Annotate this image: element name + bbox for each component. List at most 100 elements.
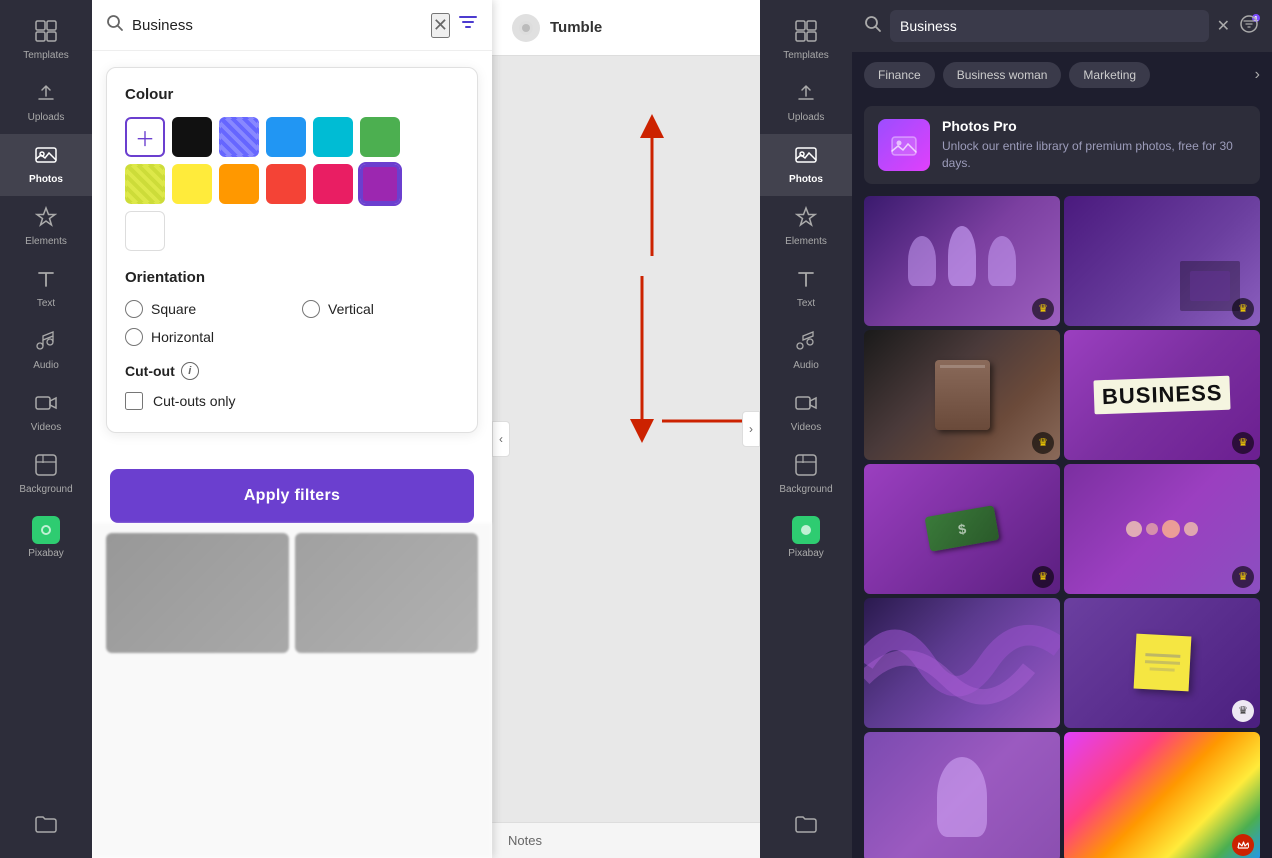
videos-icon — [35, 392, 57, 418]
canvas-toggle-left[interactable]: › — [742, 411, 760, 447]
crown-badge-8: ♛ — [1232, 700, 1254, 722]
right-clear-button[interactable]: ✕ — [1217, 16, 1230, 36]
right-filter-button[interactable]: 1 — [1238, 13, 1260, 40]
tag-marketing[interactable]: Marketing — [1069, 62, 1150, 88]
photo-item-10[interactable] — [1064, 732, 1260, 858]
tag-business-woman[interactable]: Business woman — [943, 62, 1062, 88]
radio-vertical[interactable] — [302, 300, 320, 318]
color-red[interactable] — [266, 164, 306, 204]
right-sidebar-item-videos[interactable]: Videos — [760, 382, 852, 444]
photo-item-7[interactable] — [864, 598, 1060, 728]
photo-item-8[interactable]: ♛ — [1064, 598, 1260, 728]
photo-item-6[interactable]: ♛ — [1064, 464, 1260, 594]
photo-item-3[interactable]: ♛ — [864, 330, 1060, 460]
right-sidebar-item-pixabay[interactable]: Pixabay — [760, 506, 852, 570]
sidebar-item-background[interactable]: Background — [0, 444, 92, 506]
orientation-horizontal[interactable]: Horizontal — [125, 328, 282, 346]
search-input-left[interactable] — [132, 17, 423, 34]
right-search-input[interactable] — [890, 10, 1209, 42]
tag-finance[interactable]: Finance — [864, 62, 935, 88]
add-color-btn[interactable]: ＋ — [125, 117, 165, 157]
photos-pro-text: Photos Pro Unlock our entire library of … — [942, 118, 1246, 172]
crown-badge-2: ♛ — [1232, 298, 1254, 320]
right-sidebar-item-folder[interactable] — [760, 806, 852, 848]
color-orange[interactable] — [219, 164, 259, 204]
photo-item-5[interactable]: $ ♛ — [864, 464, 1060, 594]
tags-more-button[interactable]: › — [1255, 66, 1260, 84]
cutouts-only-label[interactable]: Cut-outs only — [125, 392, 459, 410]
sidebar-item-uploads[interactable]: Uploads — [0, 72, 92, 134]
sidebar-uploads-label: Uploads — [28, 112, 65, 124]
color-yellow[interactable] — [172, 164, 212, 204]
search-bar-left: ✕ — [92, 0, 492, 51]
filter-panel: ✕ Colour ＋ — [92, 0, 492, 858]
color-blue[interactable] — [266, 117, 306, 157]
photo-item-4[interactable]: BUSINESS ♛ — [1064, 330, 1260, 460]
color-green[interactable] — [360, 117, 400, 157]
right-templates-icon — [795, 20, 817, 46]
sidebar-text-label: Text — [37, 298, 55, 310]
right-search-icon — [864, 15, 882, 38]
color-cyan[interactable] — [313, 117, 353, 157]
bottom-images-preview — [92, 523, 492, 858]
photos-pro-banner[interactable]: Photos Pro Unlock our entire library of … — [864, 106, 1260, 184]
square-label: Square — [151, 301, 196, 317]
right-sidebar-item-uploads[interactable]: Uploads — [760, 72, 852, 134]
color-white[interactable] — [125, 211, 165, 251]
orientation-vertical[interactable]: Vertical — [302, 300, 459, 318]
right-sidebar-item-photos[interactable]: Photos — [760, 134, 852, 196]
right-uploads-icon — [795, 82, 817, 108]
sidebar-audio-label: Audio — [33, 360, 59, 372]
sidebar-item-templates[interactable]: Templates — [0, 10, 92, 72]
right-sidebar-item-templates[interactable]: Templates — [760, 10, 852, 72]
cutouts-only-checkbox[interactable] — [125, 392, 143, 410]
uploads-icon — [35, 82, 57, 108]
right-sidebar-uploads-label: Uploads — [788, 112, 825, 124]
bg-thumb-2 — [295, 533, 478, 653]
audio-icon — [35, 330, 57, 356]
color-purple-selected[interactable] — [360, 164, 400, 204]
color-indigo-pattern[interactable] — [219, 117, 259, 157]
sidebar-item-photos[interactable]: Photos — [0, 134, 92, 196]
pixabay-icon — [32, 516, 60, 544]
right-sidebar-item-audio[interactable]: Audio — [760, 320, 852, 382]
crown-badge-4: ♛ — [1232, 432, 1254, 454]
sidebar-item-folder[interactable] — [0, 806, 92, 848]
cutout-info-icon[interactable]: i — [181, 362, 199, 380]
photos-pro-description: Unlock our entire library of premium pho… — [942, 138, 1246, 172]
orientation-square[interactable]: Square — [125, 300, 282, 318]
photo-item-9[interactable] — [864, 732, 1060, 858]
horizontal-label: Horizontal — [151, 329, 214, 345]
canvas-body: ‹ — [492, 56, 760, 822]
photo-item-2[interactable]: ♛ — [1064, 196, 1260, 326]
photos-pro-icon — [878, 119, 930, 171]
canvas-header: Tumble — [492, 0, 760, 56]
color-black[interactable] — [172, 117, 212, 157]
canvas-toggle-right[interactable]: ‹ — [492, 421, 510, 457]
orientation-title: Orientation — [125, 269, 459, 286]
filter-options-box: Colour ＋ Orientation — [106, 67, 478, 433]
business-text-overlay: BUSINESS — [1093, 375, 1231, 414]
background-icon — [35, 454, 57, 480]
filter-toggle-button[interactable] — [458, 12, 478, 38]
right-sidebar-item-text[interactable]: Text — [760, 258, 852, 320]
radio-square[interactable] — [125, 300, 143, 318]
sidebar-item-text[interactable]: Text — [0, 258, 92, 320]
clear-search-left[interactable]: ✕ — [431, 13, 450, 38]
right-sidebar-item-elements[interactable]: Elements — [760, 196, 852, 258]
cutout-section: Cut-out i Cut-outs only — [125, 362, 459, 410]
sidebar-item-pixabay[interactable]: Pixabay — [0, 506, 92, 570]
photos-icon — [35, 144, 57, 170]
sidebar-photos-label: Photos — [29, 174, 63, 186]
photo-item-1[interactable]: ♛ — [864, 196, 1060, 326]
left-sidebar: Templates Uploads Photos Elements Text A… — [0, 0, 92, 858]
right-sidebar-item-background[interactable]: Background — [760, 444, 852, 506]
radio-horizontal[interactable] — [125, 328, 143, 346]
color-lime-pattern[interactable] — [125, 164, 165, 204]
sidebar-item-elements[interactable]: Elements — [0, 196, 92, 258]
sidebar-item-videos[interactable]: Videos — [0, 382, 92, 444]
sidebar-item-audio[interactable]: Audio — [0, 320, 92, 382]
apply-filters-button[interactable]: Apply filters — [110, 469, 474, 523]
color-pink[interactable] — [313, 164, 353, 204]
canvas-notes-bar[interactable]: Notes — [492, 822, 760, 858]
